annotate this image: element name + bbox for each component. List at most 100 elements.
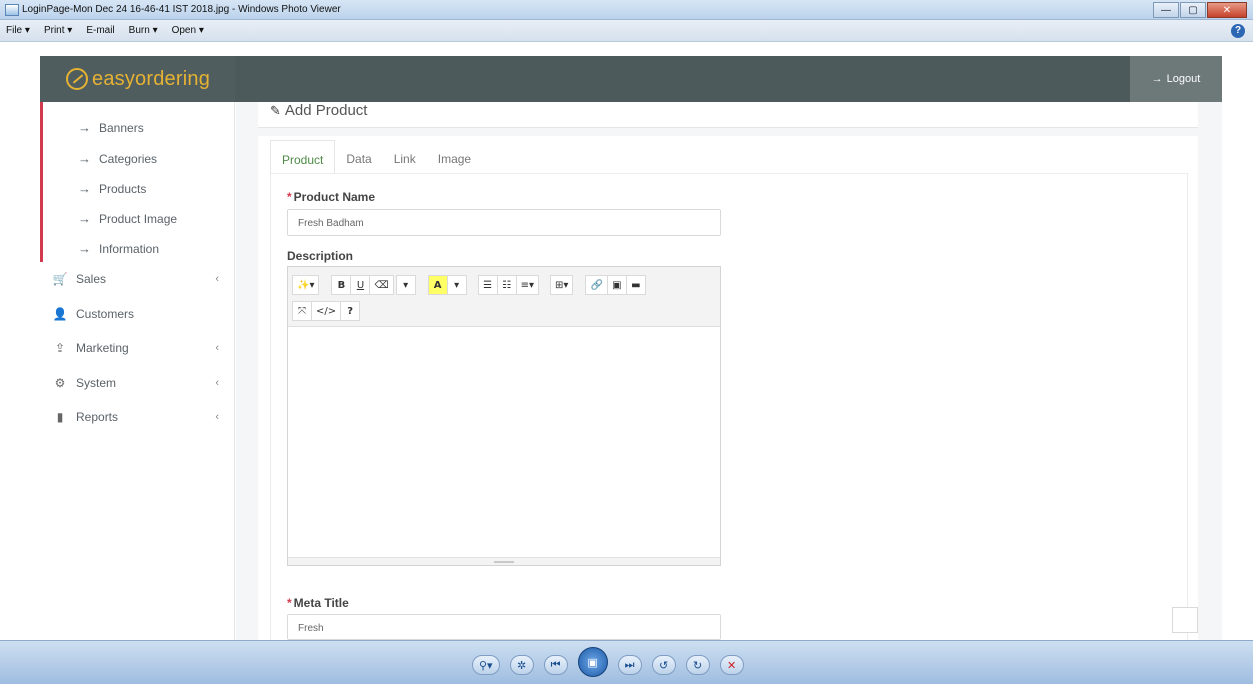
required-marker: * xyxy=(287,596,292,610)
arrow-right-icon: → xyxy=(78,120,91,135)
sidebar-item-products[interactable]: → Products xyxy=(78,181,146,196)
panel-heading: ✎ Add Product xyxy=(258,102,1198,128)
tab-data[interactable]: Data xyxy=(335,140,382,174)
required-marker: * xyxy=(287,190,292,204)
viewer-toolbar: ⚲▾ ✲ ⏮ ▣ ⏭ ↺ ↻ ✕ xyxy=(0,640,1253,684)
menu-print[interactable]: Print ▾ xyxy=(44,25,72,36)
window-title-bar: LoginPage-Mon Dec 24 16-46-41 IST 2018.j… xyxy=(0,0,1253,20)
paragraph-button[interactable]: ≡▾ xyxy=(515,275,540,295)
delete-icon[interactable]: ✕ xyxy=(719,655,744,675)
font-style-group: B U ⌫ xyxy=(331,275,394,295)
font-name-dropdown[interactable]: ▾ xyxy=(395,275,416,295)
brand-logo[interactable]: easyordering xyxy=(40,56,235,102)
arrow-right-icon: → xyxy=(78,151,91,166)
product-tabs: Product Data Link Image xyxy=(270,140,482,174)
chevron-down-icon: ▾ xyxy=(67,25,73,36)
arrow-right-icon: → xyxy=(78,211,91,226)
ordered-list-button[interactable]: ☷ xyxy=(496,275,517,295)
code-view-button[interactable]: </> xyxy=(311,301,342,321)
tab-product[interactable]: Product xyxy=(270,140,336,174)
text-color-button[interactable]: A xyxy=(427,275,448,295)
table-button[interactable]: ⊞▾ xyxy=(550,275,574,295)
user-icon: 👤 xyxy=(52,307,68,321)
editor-resize-handle[interactable] xyxy=(288,557,720,565)
product-name-label: * Product Name xyxy=(287,190,376,204)
tab-image[interactable]: Image xyxy=(427,140,482,174)
photo-viewer-icon xyxy=(5,4,19,16)
description-editor: ✨▾ B U ⌫ ▾ A ▾ ☰ ☷ ≡▾ ⊞▾ 🔗 ▣ ▬ ⤧ </> ? xyxy=(287,266,721,566)
bar-chart-icon: ▮ xyxy=(56,410,64,424)
chevron-left-icon: ‹ xyxy=(215,411,219,423)
arrow-right-icon: → xyxy=(78,241,91,256)
window-title: LoginPage-Mon Dec 24 16-46-41 IST 2018.j… xyxy=(22,4,341,15)
underline-button[interactable]: U xyxy=(350,275,371,295)
sidebar-item-sales[interactable]: 🛒 Sales ‹ xyxy=(52,272,227,286)
editor-toolbar: ✨▾ B U ⌫ ▾ A ▾ ☰ ☷ ≡▾ ⊞▾ 🔗 ▣ ▬ ⤧ </> ? xyxy=(288,267,720,327)
meta-title-input[interactable]: Fresh xyxy=(287,614,721,640)
cart-icon: 🛒 xyxy=(52,272,68,286)
picture-button[interactable]: ▣ xyxy=(606,275,627,295)
sidebar-item-banners[interactable]: → Banners xyxy=(78,120,144,135)
sidebar-item-information[interactable]: → Information xyxy=(78,241,159,256)
bold-button[interactable]: B xyxy=(331,275,352,295)
help-icon[interactable]: ? xyxy=(1231,24,1245,38)
color-dropdown[interactable]: ▾ xyxy=(446,275,467,295)
sidebar-item-categories[interactable]: → Categories xyxy=(78,151,157,166)
link-button[interactable]: 🔗 xyxy=(585,275,608,295)
viewer-menu-bar: File ▾ Print ▾ E-mail Burn ▾ Open ▾ ? xyxy=(0,20,1253,42)
logo-icon xyxy=(66,68,88,90)
rotate-right-icon[interactable]: ↻ xyxy=(685,655,710,675)
menu-burn[interactable]: Burn ▾ xyxy=(129,25,158,36)
sidebar-item-system[interactable]: ⚙ System ‹ xyxy=(52,376,227,390)
slideshow-icon[interactable]: ▣ xyxy=(577,647,608,677)
insert-group: 🔗 ▣ ▬ xyxy=(585,275,646,295)
fullscreen-button[interactable]: ⤧ xyxy=(292,301,312,321)
meta-title-label: * Meta Title xyxy=(287,596,349,610)
app-header: easyordering → Logout xyxy=(40,56,1222,102)
pencil-icon: ✎ xyxy=(270,102,281,118)
actual-size-icon[interactable]: ✲ xyxy=(509,655,534,675)
menu-email[interactable]: E-mail xyxy=(86,25,114,36)
tab-link[interactable]: Link xyxy=(383,140,427,174)
minimize-button[interactable]: — xyxy=(1153,2,1179,18)
logout-label: Logout xyxy=(1166,73,1201,85)
editor-toolbar-row: ✨▾ B U ⌫ ▾ A ▾ ☰ ☷ ≡▾ ⊞▾ 🔗 ▣ ▬ xyxy=(292,275,646,295)
rotate-left-icon[interactable]: ↺ xyxy=(651,655,676,675)
previous-icon[interactable]: ⏮ xyxy=(543,655,568,675)
clear-format-button[interactable]: ⌫ xyxy=(369,275,394,295)
share-icon: ⇪ xyxy=(54,341,66,355)
chevron-left-icon: ‹ xyxy=(215,342,219,354)
close-button[interactable]: ✕ xyxy=(1207,2,1247,18)
chevron-left-icon: ‹ xyxy=(215,377,219,389)
maximize-button[interactable]: ▢ xyxy=(1180,2,1206,18)
gear-icon: ⚙ xyxy=(54,376,66,390)
chevron-down-icon: ▾ xyxy=(198,25,204,36)
window-controls: — ▢ ✕ xyxy=(1153,2,1247,18)
sidebar-item-customers[interactable]: 👤 Customers xyxy=(52,307,227,321)
scroll-to-top-button[interactable] xyxy=(1172,607,1198,633)
editor-toolbar-row-2: ⤧ </> ? xyxy=(292,301,361,321)
sidebar-item-product-image[interactable]: → Product Image xyxy=(78,211,177,226)
sidebar: → Banners → Categories → Products → Prod… xyxy=(40,102,235,640)
sidebar-item-reports[interactable]: ▮ Reports ‹ xyxy=(52,410,227,424)
video-button[interactable]: ▬ xyxy=(625,275,646,295)
color-group: A ▾ xyxy=(427,275,467,295)
viewer-controls: ⚲▾ ✲ ⏮ ▣ ⏭ ↺ ↻ ✕ xyxy=(472,647,744,677)
unordered-list-button[interactable]: ☰ xyxy=(477,275,498,295)
menu-open[interactable]: Open ▾ xyxy=(172,25,204,36)
chevron-down-icon: ▾ xyxy=(24,25,30,36)
magic-style-button[interactable]: ✨▾ xyxy=(292,275,320,295)
next-icon[interactable]: ⏭ xyxy=(617,655,642,675)
chevron-down-icon: ▾ xyxy=(152,25,158,36)
page-title: ✎ Add Product xyxy=(270,102,368,119)
menu-file[interactable]: File ▾ xyxy=(6,25,30,36)
logout-button[interactable]: → Logout xyxy=(1130,56,1222,102)
help-button[interactable]: ? xyxy=(340,301,361,321)
editor-textarea[interactable] xyxy=(288,327,720,557)
zoom-icon[interactable]: ⚲▾ xyxy=(472,655,500,675)
paragraph-group: ☰ ☷ ≡▾ xyxy=(477,275,540,295)
product-name-input[interactable]: Fresh Badham xyxy=(287,209,721,236)
arrow-right-icon: → xyxy=(78,181,91,196)
sidebar-item-marketing[interactable]: ⇪ Marketing ‹ xyxy=(52,341,227,355)
logout-icon: → xyxy=(1151,73,1163,85)
